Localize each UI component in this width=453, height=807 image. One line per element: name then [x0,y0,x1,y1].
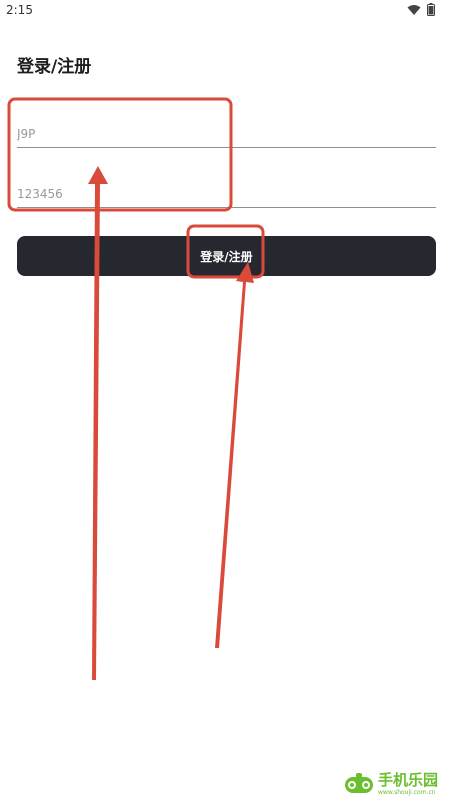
watermark-url: www.shouji.com.cn [378,788,436,796]
status-icons [407,3,435,16]
watermark-text: 手机乐园 www.shouji.com.cn [378,770,439,796]
gamepad-logo-icon [345,773,373,793]
account-input[interactable] [17,120,436,148]
annotation-arrow-button [215,262,254,648]
status-time: 2:15 [6,3,33,17]
wifi-icon [407,4,421,15]
watermark: 手机乐园 www.shouji.com.cn [344,768,444,800]
password-input[interactable] [17,180,436,208]
watermark-title: 手机乐园 [378,770,439,789]
page-title: 登录/注册 [17,57,92,77]
status-bar: 2:15 [0,0,453,22]
login-register-button[interactable]: 登录/注册 [17,236,436,276]
battery-icon [427,3,435,16]
